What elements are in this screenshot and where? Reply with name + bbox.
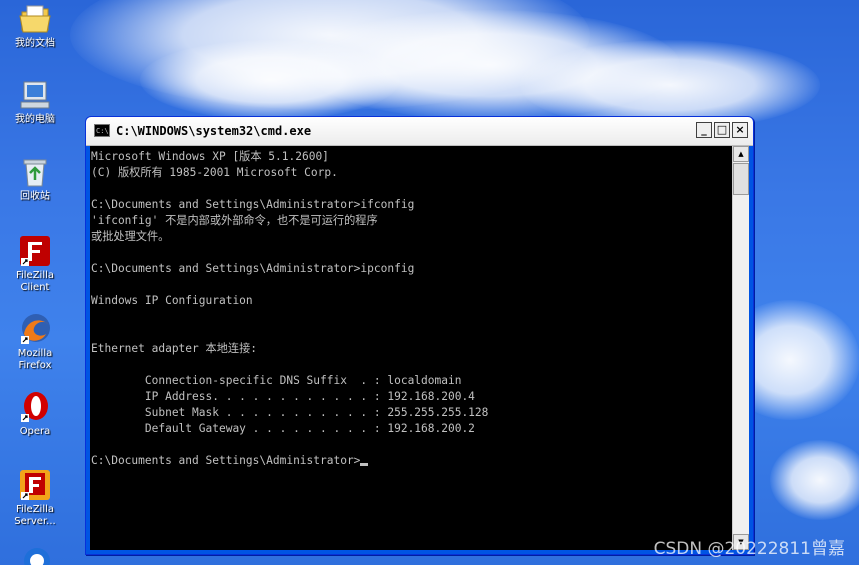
desktop-icon-recycle-bin[interactable]: 回收站: [0, 155, 70, 203]
desktop-icon-opera[interactable]: Opera: [0, 390, 70, 438]
console-line: C:\Documents and Settings\Administrator>: [91, 453, 733, 469]
close-button[interactable]: ×: [732, 122, 748, 138]
desktop-icon-my-computer[interactable]: 我的电脑: [0, 78, 70, 126]
filezilla-server-icon: [18, 468, 52, 502]
text-cursor: [360, 463, 369, 466]
console-line: 'ifconfig' 不是内部或外部命令，也不是可运行的程序: [91, 214, 378, 227]
desktop-icon-my-documents[interactable]: 我的文档: [0, 2, 70, 50]
vertical-scrollbar[interactable]: ▲ ▼: [732, 146, 749, 550]
recycle-bin-icon: [18, 155, 52, 189]
maximize-button[interactable]: □: [714, 122, 730, 138]
console-line: C:\Documents and Settings\Administrator>…: [91, 262, 415, 275]
my-documents-icon: [18, 2, 52, 36]
desktop-icon-label: Opera: [19, 426, 51, 437]
console-line: C:\Documents and Settings\Administrator>…: [91, 198, 415, 211]
desktop-icon-label: FileZilla Client: [15, 270, 55, 293]
desktop-icon-firefox[interactable]: Mozilla Firefox: [0, 312, 70, 372]
cmd-icon[interactable]: C:\: [94, 124, 110, 137]
opera-icon: [18, 390, 52, 424]
console-line: Subnet Mask . . . . . . . . . . . : 255.…: [91, 406, 489, 419]
ie-icon: [24, 548, 50, 565]
title-bar[interactable]: C:\ C:\WINDOWS\system32\cmd.exe _ □ ×: [86, 117, 753, 146]
console-line: 或批处理文件。: [91, 230, 170, 243]
desktop-icon-partial[interactable]: [20, 544, 54, 565]
console-line: Ethernet adapter 本地连接:: [91, 342, 257, 355]
desktop-icon-label: 我的电脑: [15, 114, 55, 125]
console-line: IP Address. . . . . . . . . . . . : 192.…: [91, 390, 475, 403]
desktop-icon-label: 我的文档: [15, 38, 55, 49]
console-line: Windows IP Configuration: [91, 294, 253, 307]
desktop-icon-filezilla-server[interactable]: FileZilla Server...: [0, 468, 70, 528]
desktop-icon-filezilla-client[interactable]: FileZilla Client: [0, 234, 70, 294]
scroll-up-button[interactable]: ▲: [733, 146, 749, 162]
console-line: Connection-specific DNS Suffix . : local…: [91, 374, 462, 387]
scroll-thumb[interactable]: [733, 163, 749, 195]
console-area[interactable]: Microsoft Windows XP [版本 5.1.2600] (C) 版权…: [90, 146, 733, 550]
watermark: CSDN @20222811曾嘉: [653, 539, 845, 559]
console-line: Default Gateway . . . . . . . . . : 192.…: [91, 422, 475, 435]
firefox-icon: [18, 312, 52, 346]
desktop-icon-label: 回收站: [20, 191, 50, 202]
console-output: Microsoft Windows XP [版本 5.1.2600] (C) 版权…: [90, 146, 733, 469]
minimize-button[interactable]: _: [696, 122, 712, 138]
window-title: C:\WINDOWS\system32\cmd.exe: [116, 124, 312, 138]
my-computer-icon: [18, 78, 52, 112]
cmd-window: C:\ C:\WINDOWS\system32\cmd.exe _ □ × Mi…: [85, 116, 754, 555]
console-line: Microsoft Windows XP [版本 5.1.2600]: [91, 150, 329, 163]
desktop-icon-label: Mozilla Firefox: [17, 348, 53, 371]
filezilla-client-icon: [18, 234, 52, 268]
desktop-icon-label: FileZilla Server...: [14, 504, 56, 527]
console-line: (C) 版权所有 1985-2001 Microsoft Corp.: [91, 166, 338, 179]
